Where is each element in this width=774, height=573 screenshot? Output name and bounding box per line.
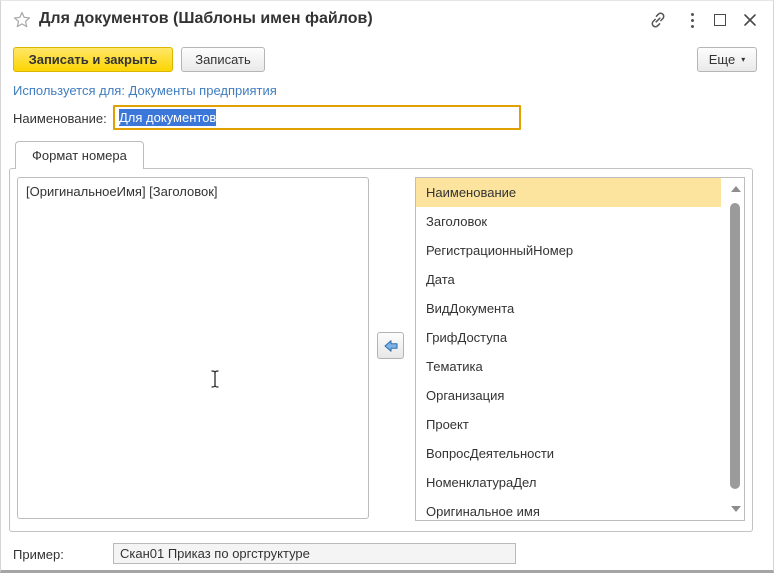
list-item[interactable]: НоменклатураДел: [416, 468, 721, 497]
list-item[interactable]: ГрифДоступа: [416, 323, 721, 352]
name-field-label: Наименование:: [13, 111, 107, 126]
scroll-down-icon[interactable]: [731, 506, 741, 512]
arrow-left-icon: [382, 337, 400, 355]
list-item[interactable]: Дата: [416, 265, 721, 294]
save-label: Записать: [195, 52, 251, 67]
used-for-link[interactable]: Используется для: Документы предприятия: [13, 83, 277, 98]
maximize-icon[interactable]: [709, 9, 731, 31]
name-input[interactable]: Для документов: [113, 105, 521, 130]
example-label: Пример:: [13, 547, 64, 562]
list-item[interactable]: Организация: [416, 381, 721, 410]
scrollbar-thumb[interactable]: [730, 203, 740, 489]
list-item[interactable]: ВопросДеятельности: [416, 439, 721, 468]
available-fields-list: Наименование Заголовок РегистрационныйНо…: [415, 177, 745, 521]
example-value: Скан01 Приказ по оргструктуре: [120, 546, 310, 561]
list-item[interactable]: Наименование: [416, 178, 721, 207]
save-and-close-button[interactable]: Записать и закрыть: [13, 47, 173, 72]
insert-field-button[interactable]: [377, 332, 404, 359]
window-title: Для документов (Шаблоны имен файлов): [39, 10, 373, 28]
list-item[interactable]: Оригинальное имя: [416, 497, 721, 521]
list-item[interactable]: РегистрационныйНомер: [416, 236, 721, 265]
more-button[interactable]: Еще ▾: [697, 47, 757, 72]
more-label: Еще: [709, 52, 735, 67]
example-value-field: Скан01 Приказ по оргструктуре: [113, 543, 516, 564]
list-item[interactable]: ВидДокумента: [416, 294, 721, 323]
save-button[interactable]: Записать: [181, 47, 265, 72]
list-item[interactable]: Заголовок: [416, 207, 721, 236]
template-text-editor[interactable]: [ОригинальноеИмя] [Заголовок]: [17, 177, 369, 519]
name-input-selected-text: Для документов: [119, 109, 216, 126]
dialog-window: Для документов (Шаблоны имен файлов) Зап…: [0, 0, 774, 573]
chevron-down-icon: ▾: [741, 56, 745, 64]
list-item[interactable]: Проект: [416, 410, 721, 439]
save-and-close-label: Записать и закрыть: [29, 52, 158, 67]
tab-number-format[interactable]: Формат номера: [15, 141, 144, 169]
favorite-star-icon[interactable]: [12, 10, 32, 30]
get-link-icon[interactable]: [647, 9, 669, 31]
scroll-up-icon[interactable]: [731, 186, 741, 192]
list-scrollbar[interactable]: [728, 179, 743, 519]
kebab-menu-icon[interactable]: [681, 9, 703, 31]
close-icon[interactable]: [739, 9, 761, 31]
title-bar: Для документов (Шаблоны имен файлов): [1, 1, 773, 39]
list-item[interactable]: Тематика: [416, 352, 721, 381]
